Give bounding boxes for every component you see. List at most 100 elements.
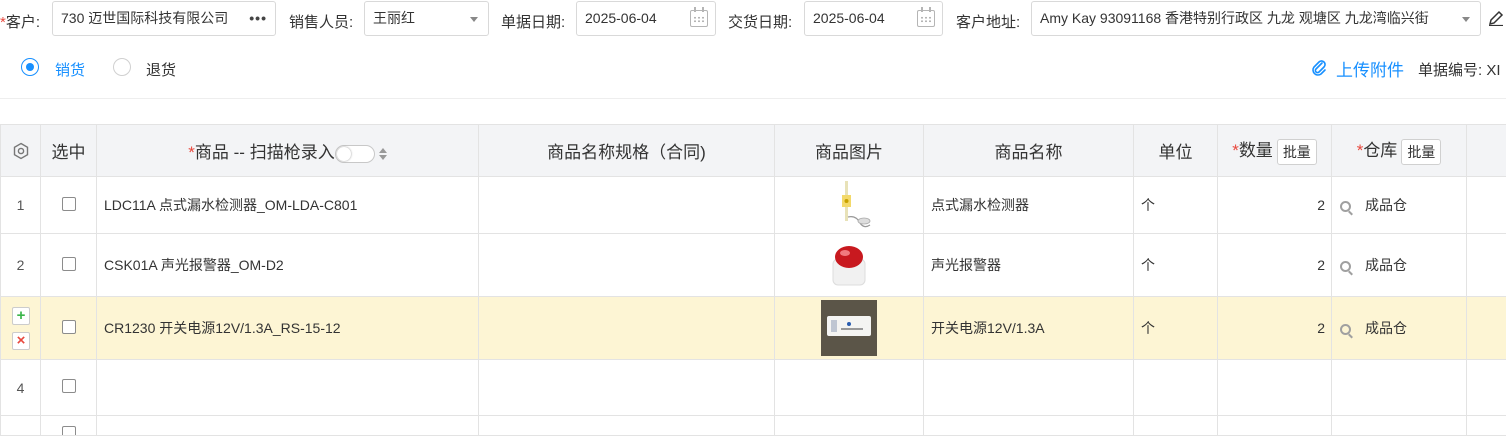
qty-cell[interactable]: 2 bbox=[1217, 233, 1332, 297]
column-name: 商品名称 bbox=[923, 124, 1134, 177]
sale-radio-label[interactable]: 销货 bbox=[55, 59, 85, 80]
warehouse-value: 成品仓 bbox=[1365, 197, 1407, 213]
product-cell[interactable]: LDC11A 点式漏水检测器_OM-LDA-C801 bbox=[96, 176, 479, 234]
paperclip-icon bbox=[1312, 60, 1326, 76]
sales-select[interactable]: 王丽红 bbox=[364, 1, 489, 36]
table-row[interactable]: + × CR1230 开关电源12V/1.3A_RS-15-12 开关电源12V… bbox=[0, 296, 1506, 360]
address-select[interactable]: Amy Kay 93091168 香港特别行政区 九龙 观塘区 九龙湾临兴街 bbox=[1031, 1, 1481, 36]
warehouse-value: 成品仓 bbox=[1365, 320, 1407, 336]
spec-cell[interactable] bbox=[478, 296, 775, 360]
bill-header-bar: *客户: 730 迈世国际科技有限公司 ••• 销售人员: 王丽红 单据日期: … bbox=[0, 0, 1506, 40]
name-cell: 开关电源12V/1.3A bbox=[923, 296, 1134, 360]
image-cell bbox=[774, 359, 924, 416]
qty-batch-button[interactable]: 批量 bbox=[1276, 138, 1317, 165]
pencil-icon[interactable] bbox=[1488, 10, 1504, 26]
spec-cell[interactable] bbox=[478, 176, 775, 234]
column-extra bbox=[1466, 124, 1506, 177]
name-cell bbox=[923, 359, 1134, 416]
warehouse-cell[interactable] bbox=[1331, 359, 1467, 416]
qty-cell[interactable]: 2 bbox=[1217, 296, 1332, 360]
column-unit: 单位 bbox=[1133, 124, 1218, 177]
customer-label: *客户: bbox=[0, 14, 41, 31]
upload-attachment-button[interactable]: 上传附件 bbox=[1336, 56, 1404, 81]
image-cell bbox=[774, 415, 924, 436]
extra-cell bbox=[1466, 359, 1506, 416]
extra-cell bbox=[1466, 296, 1506, 360]
product-cell[interactable]: CR1230 开关电源12V/1.3A_RS-15-12 bbox=[96, 296, 479, 360]
delivery-date-picker[interactable]: 2025-06-04 bbox=[804, 1, 943, 36]
calendar-icon bbox=[917, 7, 935, 27]
bill-date-label: 单据日期: bbox=[501, 14, 566, 31]
table-header-row: 选中 *商品 -- 扫描枪录入 商品名称规格（合同) 商品图片 商品名称 单位 … bbox=[0, 124, 1506, 177]
image-cell bbox=[774, 176, 924, 234]
gear-icon[interactable] bbox=[12, 142, 30, 160]
unit-cell bbox=[1133, 359, 1218, 416]
row-checkbox[interactable] bbox=[61, 379, 76, 393]
column-settings[interactable] bbox=[0, 124, 41, 177]
warehouse-cell[interactable]: 成品仓 bbox=[1331, 176, 1467, 234]
table-row[interactable]: 4 bbox=[0, 359, 1506, 416]
warehouse-cell[interactable]: 成品仓 bbox=[1331, 233, 1467, 297]
unit-cell: 个 bbox=[1133, 233, 1218, 297]
product-cell[interactable] bbox=[96, 415, 479, 436]
product-cell[interactable]: CSK01A 声光报警器_OM-D2 bbox=[96, 233, 479, 297]
row-checkbox-cell[interactable] bbox=[40, 233, 97, 297]
image-cell bbox=[774, 296, 924, 360]
search-icon[interactable] bbox=[1340, 260, 1351, 272]
warehouse-value: 成品仓 bbox=[1365, 257, 1407, 273]
qty-cell[interactable] bbox=[1217, 359, 1332, 416]
unit-cell bbox=[1133, 415, 1218, 436]
qty-cell[interactable] bbox=[1217, 415, 1332, 436]
scanner-toggle[interactable] bbox=[334, 144, 375, 163]
sales-label: 销售人员: bbox=[289, 14, 354, 31]
spec-cell[interactable] bbox=[478, 415, 775, 436]
row-checkbox-cell[interactable] bbox=[40, 359, 97, 416]
extra-cell bbox=[1466, 415, 1506, 436]
bill-date-picker[interactable]: 2025-06-04 bbox=[576, 1, 716, 36]
table-row[interactable]: 2 CSK01A 声光报警器_OM-D2 声光报警器 个 2 成品仓 bbox=[0, 233, 1506, 297]
warehouse-batch-button[interactable]: 批量 bbox=[1401, 138, 1442, 165]
row-checkbox[interactable] bbox=[61, 319, 76, 334]
power-supply-image bbox=[821, 300, 877, 356]
return-radio-label[interactable]: 退货 bbox=[146, 59, 176, 80]
row-index: 4 bbox=[0, 359, 41, 416]
column-product: *商品 -- 扫描枪录入 bbox=[96, 124, 479, 177]
row-checkbox[interactable] bbox=[61, 256, 76, 271]
search-icon[interactable] bbox=[1340, 323, 1351, 335]
row-checkbox-cell[interactable] bbox=[40, 415, 97, 436]
row-index bbox=[0, 415, 41, 436]
extra-cell bbox=[1466, 176, 1506, 234]
table-row[interactable] bbox=[0, 415, 1506, 436]
sort-icon[interactable] bbox=[378, 147, 387, 160]
return-radio[interactable] bbox=[113, 58, 131, 76]
spec-cell[interactable] bbox=[478, 359, 775, 416]
unit-cell: 个 bbox=[1133, 296, 1218, 360]
ellipsis-icon[interactable]: ••• bbox=[249, 2, 267, 35]
qty-cell[interactable]: 2 bbox=[1217, 176, 1332, 234]
warehouse-cell[interactable]: 成品仓 bbox=[1331, 296, 1467, 360]
column-select: 选中 bbox=[40, 124, 97, 177]
row-index: 1 bbox=[0, 176, 41, 234]
row-checkbox-cell[interactable] bbox=[40, 296, 97, 360]
name-cell: 声光报警器 bbox=[923, 233, 1134, 297]
row-index: 2 bbox=[0, 233, 41, 297]
sale-radio[interactable] bbox=[21, 58, 39, 76]
customer-value: 730 迈世国际科技有限公司 bbox=[61, 10, 229, 26]
spec-cell[interactable] bbox=[478, 233, 775, 297]
row-checkbox-cell[interactable] bbox=[40, 176, 97, 234]
address-value: Amy Kay 93091168 香港特别行政区 九龙 观塘区 九龙湾临兴街 bbox=[1040, 10, 1429, 26]
row-checkbox[interactable] bbox=[61, 196, 76, 211]
customer-field[interactable]: 730 迈世国际科技有限公司 ••• bbox=[52, 1, 276, 36]
calendar-icon bbox=[690, 7, 708, 27]
add-row-button[interactable]: + bbox=[12, 307, 30, 325]
table-row[interactable]: 1 LDC11A 点式漏水检测器_OM-LDA-C801 点式漏水检测器 个 2… bbox=[0, 176, 1506, 234]
product-cell[interactable] bbox=[96, 359, 479, 416]
row-checkbox[interactable] bbox=[61, 426, 76, 435]
product-table: 选中 *商品 -- 扫描枪录入 商品名称规格（合同) 商品图片 商品名称 单位 … bbox=[0, 124, 1506, 436]
warehouse-cell[interactable] bbox=[1331, 415, 1467, 436]
column-qty: *数量 批量 bbox=[1217, 124, 1332, 177]
image-cell bbox=[774, 233, 924, 297]
delete-row-button[interactable]: × bbox=[12, 332, 30, 350]
search-icon[interactable] bbox=[1340, 200, 1351, 212]
name-cell: 点式漏水检测器 bbox=[923, 176, 1134, 234]
